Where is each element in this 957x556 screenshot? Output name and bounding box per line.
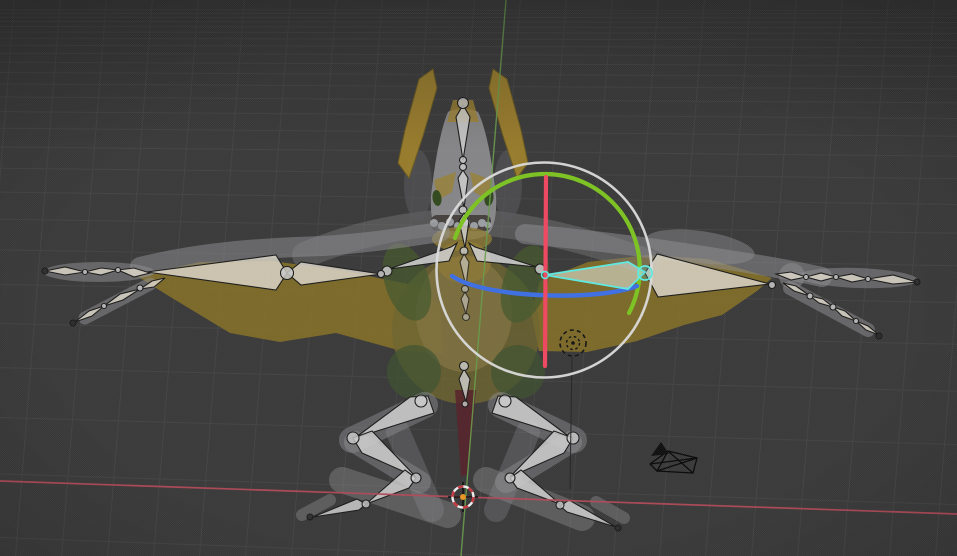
viewport-canvas[interactable]	[0, 0, 957, 556]
dither-overlay	[0, 0, 957, 556]
